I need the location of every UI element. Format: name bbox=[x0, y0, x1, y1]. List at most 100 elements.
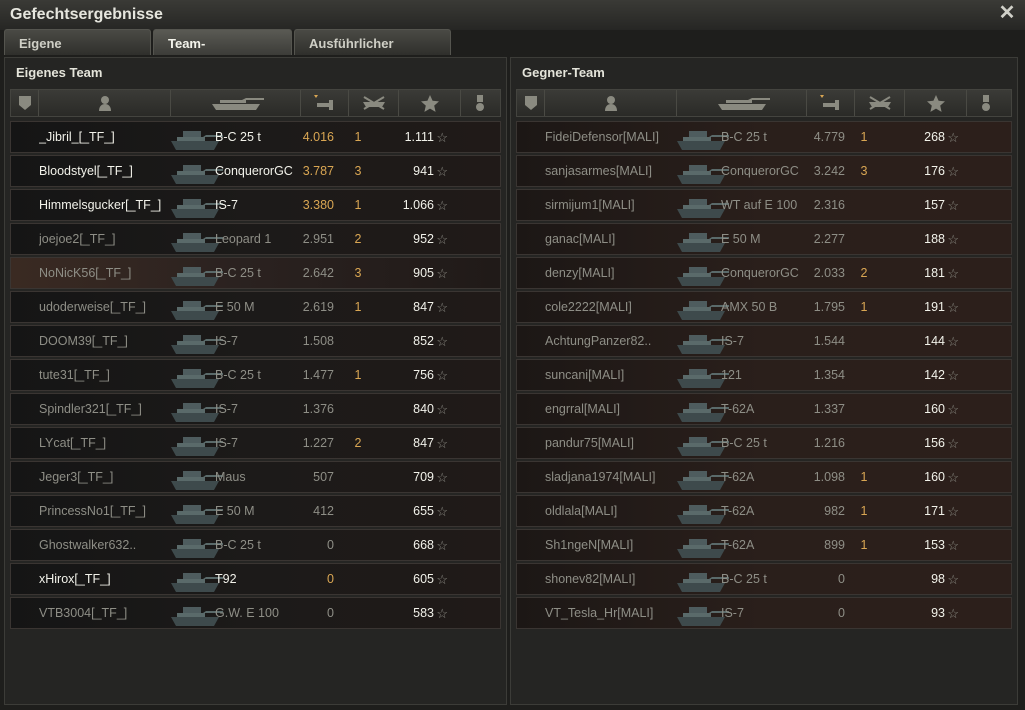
tank-name: E 50 M bbox=[215, 504, 255, 518]
tank-name: IS-7 bbox=[215, 198, 238, 212]
xp-value: 1.227 bbox=[302, 436, 334, 450]
tank-name: AMX 50 B bbox=[721, 300, 778, 314]
damage-value: 93 bbox=[931, 606, 945, 620]
damage-star-column[interactable] bbox=[399, 90, 461, 116]
player-row[interactable]: LYcat[_TF_] IS-7 1.227 2 847 ☆ bbox=[10, 427, 501, 459]
player-row[interactable]: Ghostwalker632.. B-C 25 t 0 668 ☆ bbox=[10, 529, 501, 561]
kills-value: 1 bbox=[860, 538, 868, 552]
player-row[interactable]: denzy[MALI] ConquerorGC 2.033 2 181 ☆ bbox=[516, 257, 1012, 289]
player-row[interactable]: engrral[MALI] T-62A 1.337 160 ☆ bbox=[516, 393, 1012, 425]
kills-value: 1 bbox=[860, 504, 868, 518]
xp-value: 1.477 bbox=[302, 368, 334, 382]
player-row[interactable]: _Jibril_[_TF_] B-C 25 t 4.016 1 1.111 ☆ bbox=[10, 121, 501, 153]
player-row[interactable]: VTB3004[_TF_] G.W. E 100 0 583 ☆ bbox=[10, 597, 501, 629]
player-name: sladjana1974[MALI] bbox=[545, 470, 656, 484]
xp-value: 1.544 bbox=[813, 334, 845, 348]
xp-value: 0 bbox=[327, 572, 334, 586]
player-row[interactable]: Bloodstyel[_TF_] ConquerorGC 3.787 3 941 ☆ bbox=[10, 155, 501, 187]
player-row[interactable]: Spindler321[_TF_] IS-7 1.376 840 ☆ bbox=[10, 393, 501, 425]
tank-name: IS-7 bbox=[721, 606, 744, 620]
damage-value: 160 bbox=[924, 470, 945, 484]
xp-sort-column[interactable] bbox=[807, 90, 855, 116]
tank-name: IS-7 bbox=[215, 402, 238, 416]
player-name: xHirox[_TF_] bbox=[39, 572, 111, 586]
player-column[interactable] bbox=[545, 90, 677, 116]
star-icon: ☆ bbox=[947, 368, 959, 383]
player-row[interactable]: suncani[MALI] 121 1.354 142 ☆ bbox=[516, 359, 1012, 391]
star-icon: ☆ bbox=[436, 504, 448, 519]
player-row[interactable]: Jeger3[_TF_] Maus 507 709 ☆ bbox=[10, 461, 501, 493]
enemy-team-title: Gegner-Team bbox=[522, 65, 605, 80]
kills-column[interactable] bbox=[349, 90, 399, 116]
player-row[interactable]: udoderweise[_TF_] E 50 M 2.619 1 847 ☆ bbox=[10, 291, 501, 323]
tank-name: ConquerorGC bbox=[215, 164, 293, 178]
tab-ausfuehrlicher-bericht[interactable]: Ausführlicher Bericht bbox=[294, 29, 451, 79]
kills-value: 1 bbox=[354, 198, 362, 212]
player-row[interactable]: AchtungPanzer82.. IS-7 1.544 144 ☆ bbox=[516, 325, 1012, 357]
close-icon[interactable]: ✕ bbox=[997, 3, 1017, 23]
tank-name: ConquerorGC bbox=[721, 164, 799, 178]
tank-column[interactable] bbox=[677, 90, 807, 116]
player-row[interactable]: sanjasarmes[MALI] ConquerorGC 3.242 3 176 ☆ bbox=[516, 155, 1012, 187]
player-name: Himmelsgucker[_TF_] bbox=[39, 198, 162, 212]
star-icon: ☆ bbox=[436, 130, 448, 145]
player-row[interactable]: oldlala[MALI] T-62A 982 1 171 ☆ bbox=[516, 495, 1012, 527]
player-row[interactable]: sirmijum1[MALI] WT auf E 100 2.316 157 ☆ bbox=[516, 189, 1012, 221]
damage-value: 268 bbox=[924, 130, 945, 144]
kills-value: 1 bbox=[354, 300, 362, 314]
player-row[interactable]: shonev82[MALI] B-C 25 t 0 98 ☆ bbox=[516, 563, 1012, 595]
xp-value: 3.380 bbox=[302, 198, 334, 212]
tank-name: B-C 25 t bbox=[215, 266, 261, 280]
player-row[interactable]: pandur75[MALI] B-C 25 t 1.216 156 ☆ bbox=[516, 427, 1012, 459]
tab-eigene-auswertung[interactable]: Eigene Auswertung bbox=[4, 29, 151, 79]
star-icon: ☆ bbox=[436, 606, 448, 621]
player-row[interactable]: tute31[_TF_] B-C 25 t 1.477 1 756 ☆ bbox=[10, 359, 501, 391]
xp-value: 2.619 bbox=[302, 300, 334, 314]
player-row[interactable]: VT_Tesla_Hr[MALI] IS-7 0 93 ☆ bbox=[516, 597, 1012, 629]
player-row[interactable]: sladjana1974[MALI] T-62A 1.098 1 160 ☆ bbox=[516, 461, 1012, 493]
xp-sort-column[interactable] bbox=[301, 90, 349, 116]
star-icon: ☆ bbox=[947, 164, 959, 179]
player-row[interactable]: Sh1ngeN[MALI] T-62A 899 1 153 ☆ bbox=[516, 529, 1012, 561]
damage-star-column[interactable] bbox=[905, 90, 967, 116]
damage-value: 191 bbox=[924, 300, 945, 314]
xp-value: 1.508 bbox=[302, 334, 334, 348]
player-row[interactable]: Himmelsgucker[_TF_] IS-7 3.380 1 1.066 ☆ bbox=[10, 189, 501, 221]
xp-value: 3.787 bbox=[302, 164, 334, 178]
player-row[interactable]: FideiDefensor[MALI] B-C 25 t 4.779 1 268 ☆ bbox=[516, 121, 1012, 153]
player-row[interactable]: cole2222[MALI] AMX 50 B 1.795 1 191 ☆ bbox=[516, 291, 1012, 323]
player-row[interactable]: NoNicK56[_TF_] B-C 25 t 2.642 3 905 ☆ bbox=[10, 257, 501, 289]
star-icon: ☆ bbox=[436, 572, 448, 587]
player-name: pandur75[MALI] bbox=[545, 436, 634, 450]
star-icon: ☆ bbox=[947, 504, 959, 519]
damage-value: 756 bbox=[413, 368, 434, 382]
player-row[interactable]: joejoe2[_TF_] Leopard 1 2.951 2 952 ☆ bbox=[10, 223, 501, 255]
medal-column[interactable] bbox=[461, 90, 501, 116]
xp-value: 899 bbox=[824, 538, 845, 552]
player-row[interactable]: PrincessNo1[_TF_] E 50 M 412 655 ☆ bbox=[10, 495, 501, 527]
player-name: udoderweise[_TF_] bbox=[39, 300, 147, 314]
squad-column[interactable] bbox=[517, 90, 545, 116]
player-row[interactable]: DOOM39[_TF_] IS-7 1.508 852 ☆ bbox=[10, 325, 501, 357]
player-row[interactable]: ganac[MALI] E 50 M 2.277 188 ☆ bbox=[516, 223, 1012, 255]
kills-column[interactable] bbox=[855, 90, 905, 116]
tank-column[interactable] bbox=[171, 90, 301, 116]
squad-column[interactable] bbox=[11, 90, 39, 116]
xp-value: 2.033 bbox=[813, 266, 845, 280]
tank-name: Leopard 1 bbox=[215, 232, 272, 246]
tab-team-auswertung[interactable]: Team-Auswertung bbox=[153, 29, 292, 79]
star-icon: ☆ bbox=[436, 232, 448, 247]
tank-icon bbox=[718, 98, 770, 110]
player-column[interactable] bbox=[39, 90, 171, 116]
star-icon: ☆ bbox=[947, 538, 959, 553]
player-row[interactable]: xHirox[_TF_] T92 0 605 ☆ bbox=[10, 563, 501, 595]
player-name: shonev82[MALI] bbox=[545, 572, 636, 586]
tank-name: B-C 25 t bbox=[215, 368, 261, 382]
star-icon: ☆ bbox=[947, 300, 959, 315]
damage-value: 142 bbox=[924, 368, 945, 382]
kills-value: 3 bbox=[860, 164, 868, 178]
star-icon: ☆ bbox=[947, 402, 959, 417]
kills-value: 1 bbox=[354, 130, 362, 144]
medal-column[interactable] bbox=[967, 90, 1007, 116]
player-icon bbox=[605, 96, 617, 111]
